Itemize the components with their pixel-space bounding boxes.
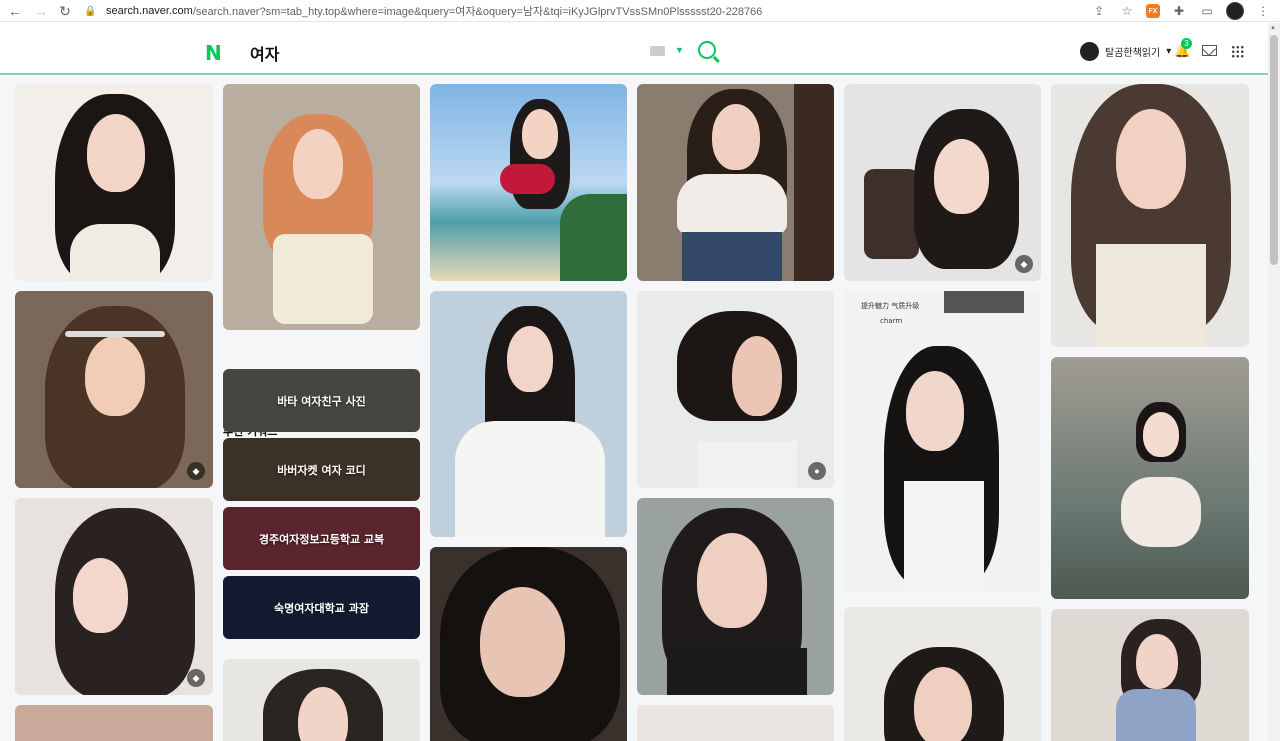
keyword-label: 숙명여자대학교 과잠 [274,601,369,615]
search-query[interactable]: 여자 [250,41,279,65]
image-tile[interactable] [844,607,1041,741]
image-tile[interactable] [1051,357,1249,599]
image-tile[interactable]: 提升魅力 气质升级 charm [844,291,1041,593]
arrow-left-icon: ← [8,3,22,19]
avatar [1080,42,1099,61]
image-tile[interactable] [637,84,834,281]
apps-grid-icon[interactable] [1231,45,1244,58]
shopping-bag-icon: ◆ [1015,255,1033,273]
caret-down-icon[interactable]: ▼ [675,45,684,55]
image-grid: ◆ ◆ 추천 키워드 바타 여자친구 사진 바버자켓 여자 코디 경주여자정보고… [0,77,1268,741]
browser-toolbar: ← → ↻ 🔒 search.naver.com/search.naver?sm… [0,0,1280,22]
search-icon[interactable] [698,41,716,59]
keyword-label: 바버자켓 여자 코디 [277,463,366,477]
naver-logo[interactable]: N [205,41,222,65]
shopping-bag-icon: ◆ [187,462,205,480]
back-button[interactable]: ← [4,0,26,22]
image-tile[interactable] [1051,609,1249,741]
notification-badge: 3 [1181,38,1192,49]
star-icon[interactable]: ☆ [1118,2,1136,20]
url-host: search.naver.com [106,5,193,17]
image-tile[interactable] [430,84,627,281]
share-icon[interactable]: ⇪ [1090,2,1108,20]
image-tile[interactable] [430,547,627,741]
promo-caption: 提升魅力 气质升级 [861,302,920,310]
reload-button[interactable]: ↻ [54,0,76,22]
extensions-icon[interactable]: ✚ [1170,2,1188,20]
scrollbar[interactable]: ▲ [1268,23,1280,741]
menu-dots-icon[interactable]: ⋮ [1254,2,1272,20]
image-tile[interactable] [15,705,213,741]
keyword-card[interactable]: 바타 여자친구 사진 [223,369,420,432]
image-tile[interactable] [223,84,420,330]
naver-header: N 여자 ▼ 탈곰한책읽기 ▾ 🔔 3 [0,23,1268,75]
scroll-thumb[interactable] [1270,35,1278,265]
image-tile[interactable]: ● [637,291,834,488]
image-tile[interactable] [223,659,420,741]
keyboard-icon[interactable] [650,46,665,56]
keyword-label: 경주여자정보고등학교 교복 [258,532,385,546]
sidebar-icon[interactable]: ▭ [1198,2,1216,20]
extension-fx-icon[interactable]: FX [1146,4,1160,18]
image-tile[interactable] [637,498,834,695]
image-tile[interactable] [1051,84,1249,347]
address-bar[interactable]: 🔒 search.naver.com/search.naver?sm=tab_h… [84,0,1094,22]
charm-caption: charm [880,317,903,325]
shopping-bag-icon: ◆ [187,669,205,687]
image-tile[interactable]: ◆ [15,291,213,488]
reload-icon: ↻ [59,2,71,19]
mail-icon[interactable] [1202,45,1217,56]
image-tile[interactable] [637,705,834,741]
arrow-right-icon: → [34,3,48,19]
keyword-label: 바타 여자친구 사진 [277,394,366,408]
keyword-card[interactable]: 숙명여자대학교 과잠 [223,576,420,639]
image-tile[interactable]: ◆ [844,84,1041,281]
user-name: 탈곰한책읽기 [1105,48,1161,59]
keyword-card[interactable]: 바버자켓 여자 코디 [223,438,420,501]
user-menu[interactable]: 탈곰한책읽기 ▾ [1080,42,1171,61]
image-tile[interactable] [430,291,627,537]
profile-avatar[interactable] [1226,2,1244,20]
location-pin-icon: ● [808,462,826,480]
url-path: /search.naver?sm=tab_hty.top&where=image… [192,6,763,18]
forward-button[interactable]: → [30,0,52,22]
scroll-up-arrow[interactable]: ▲ [1270,25,1276,31]
image-tile[interactable]: ◆ [15,498,213,695]
browser-actions: ⇪ ☆ FX ✚ ▭ ⋮ [1090,0,1272,22]
lock-icon: 🔒 [84,5,97,17]
keyword-card[interactable]: 경주여자정보고등학교 교복 [223,507,420,570]
chevron-down-icon: ▾ [1166,46,1172,57]
image-tile[interactable] [15,84,213,281]
